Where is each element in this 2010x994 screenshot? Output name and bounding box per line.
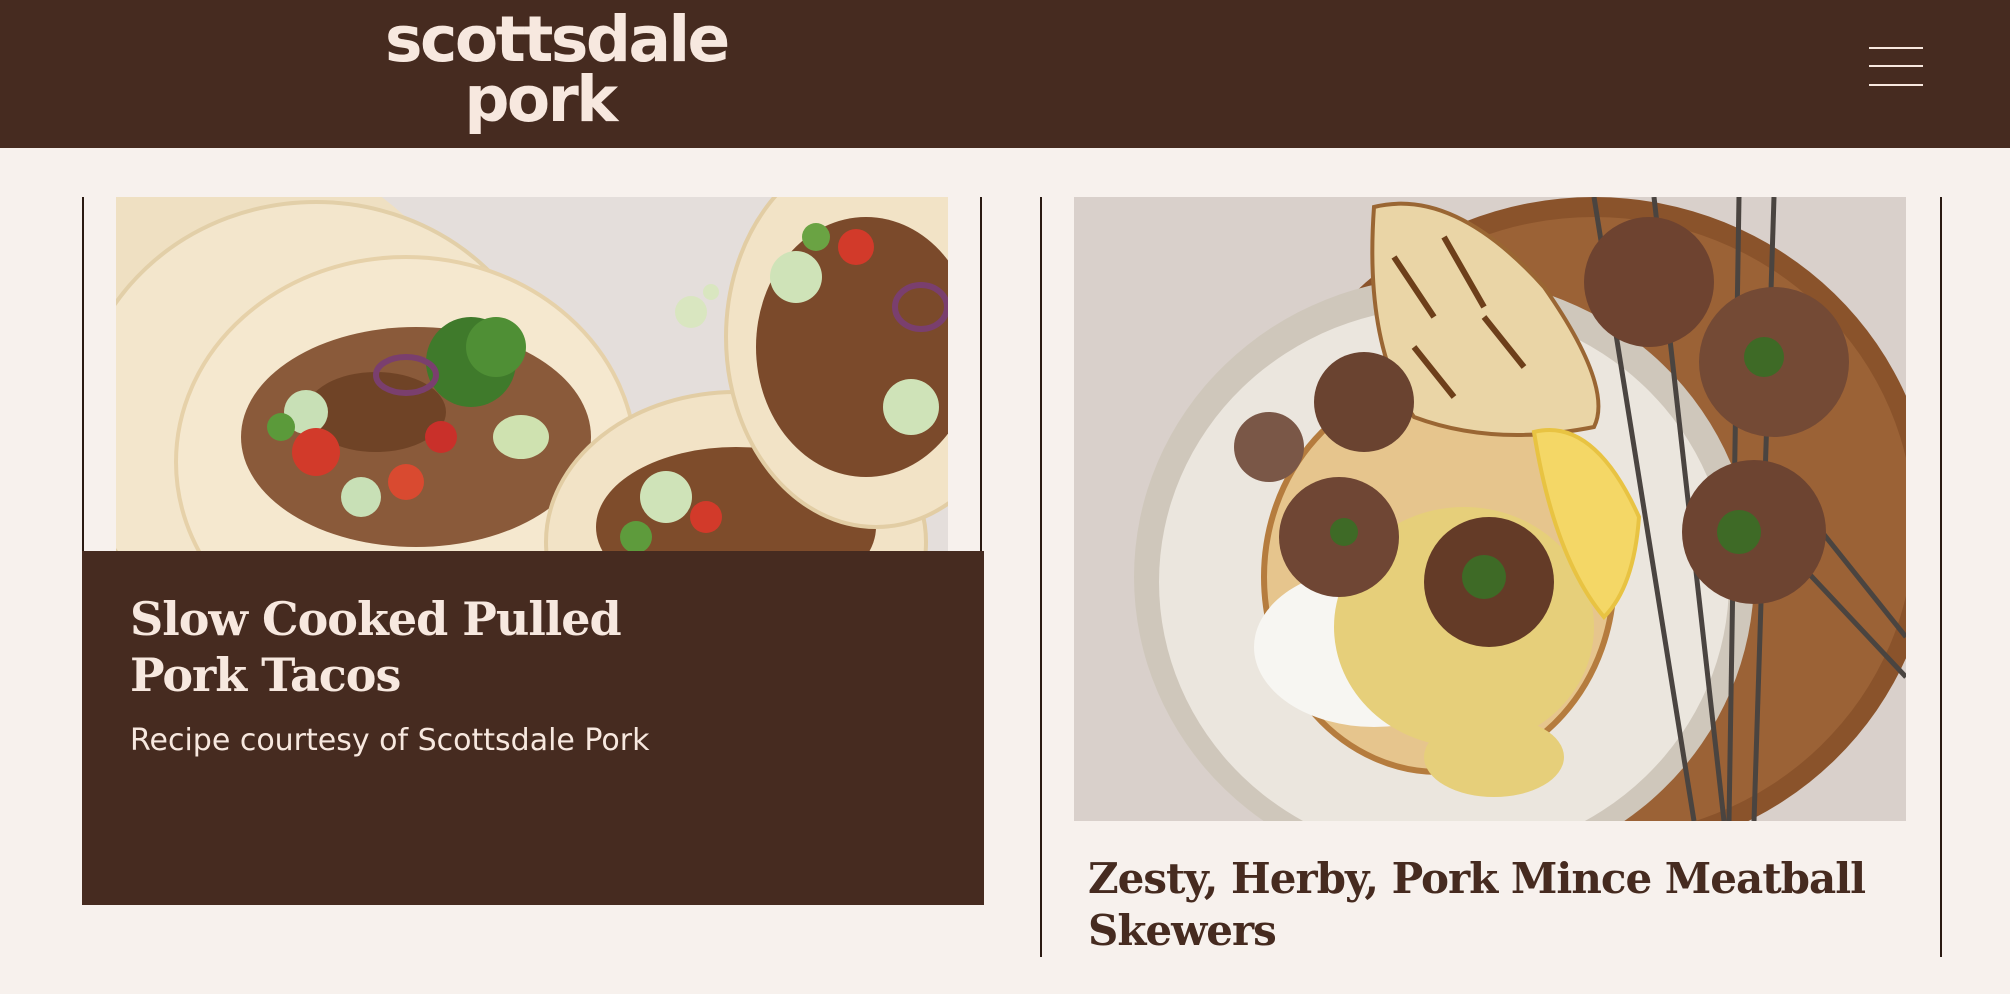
menu-bar: [1869, 65, 1923, 67]
recipe-credit: Recipe courtesy of Scottsdale Pork: [130, 723, 650, 758]
site-header: scottsdale pork: [0, 0, 2010, 148]
logo-line-2: pork: [464, 63, 618, 136]
title-line-1: Slow Cooked Pulled: [130, 592, 622, 646]
menu-bar: [1869, 84, 1923, 86]
recipe-title[interactable]: Slow Cooked Pulled Pork Tacos: [130, 591, 650, 703]
title-line-2: Skewers: [1088, 906, 1277, 955]
tacos-photo[interactable]: [116, 197, 948, 551]
tacos-photo-illustration: [116, 197, 948, 551]
meatball-skewers-photo[interactable]: [1074, 197, 1906, 821]
logo-line-1: scottsdale: [385, 3, 730, 76]
menu-bar: [1869, 47, 1923, 49]
recipe-card-tacos[interactable]: Slow Cooked Pulled Pork Tacos Recipe cou…: [82, 197, 984, 905]
site-logo[interactable]: scottsdale pork: [385, 3, 730, 136]
title-line-2: Pork Tacos: [130, 648, 401, 702]
hamburger-menu-icon[interactable]: [1866, 44, 1926, 90]
title-line-1: Zesty, Herby, Pork Mince Meatball: [1088, 854, 1866, 903]
tacos-text-panel: Slow Cooked Pulled Pork Tacos Recipe cou…: [82, 551, 984, 905]
meatball-skewers-photo-illustration: [1074, 197, 1906, 821]
recipe-title[interactable]: Zesty, Herby, Pork Mince Meatball Skewer…: [1088, 853, 1908, 957]
recipe-card-meatball-skewers[interactable]: Zesty, Herby, Pork Mince Meatball Skewer…: [1040, 197, 1942, 957]
